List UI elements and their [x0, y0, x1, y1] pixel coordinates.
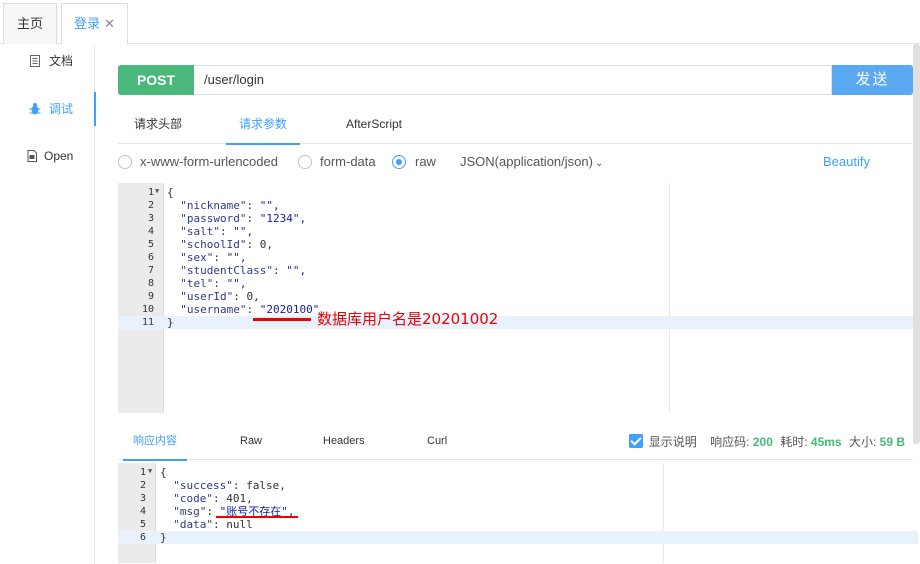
top-tab-bar: 主页 登录 ✕ — [0, 0, 920, 45]
sidebar-item-open[interactable]: Open — [0, 139, 95, 173]
sidebar-item-label: 文档 — [49, 54, 74, 68]
code-line: { — [160, 466, 167, 479]
chevron-down-icon: ⌄ — [594, 158, 604, 169]
line-number: 4 — [139, 506, 146, 517]
tab-request-params[interactable]: 请求参数 — [225, 108, 301, 145]
tab-login[interactable]: 登录 ✕ — [61, 3, 128, 45]
tab-login-label: 登录 — [74, 16, 101, 31]
line-number: 3 — [147, 213, 154, 224]
line-number: 1 — [147, 187, 154, 198]
code-line: } — [167, 316, 174, 329]
method-select[interactable]: POST — [118, 65, 194, 95]
code-line: "schoolId": 0, — [180, 238, 273, 251]
code-line: "nickname": "", — [180, 199, 280, 212]
code-line: "salt": "", — [180, 225, 254, 238]
active-line-highlight — [118, 316, 918, 329]
line-number: 5 — [139, 519, 146, 530]
size-value: 59 B — [879, 435, 905, 449]
response-annotation-underline — [216, 516, 298, 518]
line-number: 8 — [147, 278, 154, 289]
show-desc-label: 显示说明 — [648, 435, 697, 449]
line-number: 1 — [139, 467, 146, 478]
line-number: 11 — [141, 317, 154, 328]
code-line: "studentClass": "", — [180, 264, 307, 277]
sidebar-item-label: Open — [44, 149, 74, 163]
code-line: "tel": "", — [180, 277, 247, 290]
size-label: 大小: — [848, 435, 877, 449]
url-input[interactable]: /user/login — [194, 65, 832, 95]
tab-curl[interactable]: Curl — [427, 424, 447, 460]
time-value: 45ms — [810, 435, 842, 449]
print-margin — [669, 183, 670, 413]
bug-icon — [29, 103, 41, 115]
code-line: "userId": 0, — [180, 290, 260, 303]
tab-home[interactable]: 主页 — [3, 3, 57, 44]
tab-response-content[interactable]: 响应内容 — [123, 424, 187, 461]
tab-request-headers[interactable]: 请求头部 — [134, 108, 182, 144]
time-label: 耗时: — [780, 435, 808, 449]
radio-raw-label: raw — [415, 154, 436, 169]
tab-headers[interactable]: Headers — [323, 424, 365, 460]
content-type-label: JSON(application/json) — [460, 154, 593, 169]
code-line: "success": false, — [173, 479, 286, 492]
fold-icon[interactable]: ▼ — [148, 467, 152, 475]
code-line: "data": null — [173, 518, 253, 531]
radio-form-data[interactable] — [298, 155, 312, 169]
response-meta: 显示说明 响应码: 200 耗时: 45ms 大小: 59 B — [628, 433, 905, 450]
line-number: 6 — [147, 252, 154, 263]
code-line: } — [160, 531, 167, 544]
page-scrollbar[interactable] — [913, 44, 920, 444]
document-icon — [30, 55, 40, 67]
code-line: "username": "2020100" — [180, 303, 320, 316]
radio-raw[interactable] — [392, 155, 406, 169]
send-button[interactable]: 发送 — [832, 65, 913, 95]
active-line-highlight — [118, 531, 918, 544]
radio-form-data-label: form-data — [320, 154, 376, 169]
annotation-underline — [253, 318, 311, 321]
print-margin — [663, 463, 664, 563]
tab-raw[interactable]: Raw — [240, 424, 262, 460]
line-number: 4 — [147, 226, 154, 237]
line-number: 2 — [139, 480, 146, 491]
fold-icon[interactable]: ▼ — [155, 187, 159, 195]
sidebar-item-debug[interactable]: 调试 — [0, 92, 96, 126]
tab-afterscript[interactable]: AfterScript — [346, 108, 402, 144]
code-line: { — [167, 186, 174, 199]
annotation-text: 数据库用户名是20201002 — [317, 310, 499, 328]
code-line: "sex": "", — [180, 251, 247, 264]
response-tabs: 响应内容 Raw Headers Curl 显示说明 响应码: 200 耗时: … — [118, 424, 913, 461]
line-number: 3 — [139, 493, 146, 504]
line-number: 10 — [141, 304, 154, 315]
sidebar-item-doc[interactable]: 文档 — [0, 44, 95, 78]
beautify-button[interactable]: Beautify — [823, 154, 870, 169]
line-number: 2 — [147, 200, 154, 211]
show-desc-checkbox[interactable] — [628, 434, 643, 448]
status-value: 200 — [752, 435, 773, 449]
sidebar-item-label: 调试 — [49, 102, 74, 116]
code-line: "code": 401, — [173, 492, 253, 505]
sidebar: 文档 调试 Open — [0, 44, 96, 564]
content-type-select[interactable]: JSON(application/json) ⌄ — [460, 154, 603, 172]
line-number: 6 — [139, 532, 146, 543]
line-number: 7 — [147, 265, 154, 276]
response-body-editor[interactable]: 1 ▼{2 "success": false, 3 "code": 401, 4 "m… — [118, 463, 918, 563]
request-tabs: 请求头部 请求参数 AfterScript — [118, 108, 913, 145]
code-line: "password": "1234", — [180, 212, 307, 225]
body-type-row: x-www-form-urlencoded form-data raw JSON… — [118, 150, 913, 176]
request-body-editor[interactable]: 1 ▼ {2 "nickname": "", 3 "password": "1234"… — [118, 183, 918, 413]
line-number: 5 — [147, 239, 154, 250]
file-icon — [27, 150, 37, 162]
close-icon[interactable]: ✕ — [104, 16, 115, 31]
radio-urlencoded-label: x-www-form-urlencoded — [140, 154, 278, 169]
tab-home-label: 主页 — [16, 16, 43, 31]
status-label: 响应码: — [710, 435, 750, 449]
radio-urlencoded[interactable] — [118, 155, 132, 169]
line-number: 9 — [147, 291, 154, 302]
